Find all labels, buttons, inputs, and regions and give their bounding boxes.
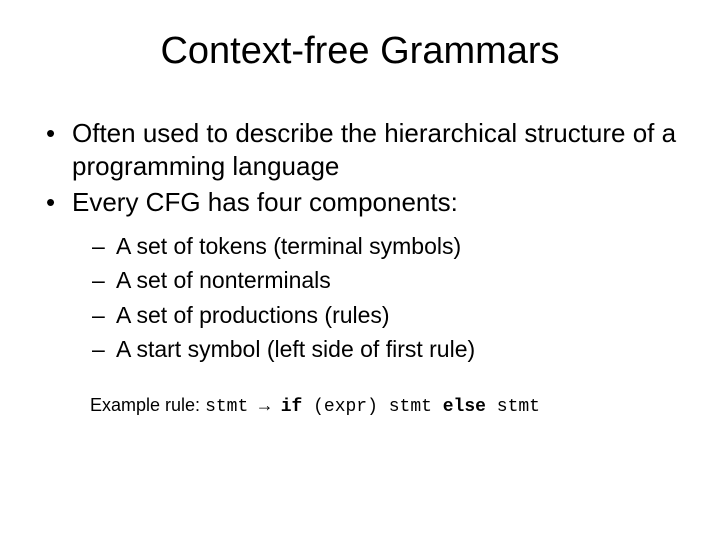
sub-bullet-list: A set of tokens (terminal symbols) A set… [92, 229, 680, 367]
space [432, 397, 443, 417]
stmt-token: stmt [389, 397, 432, 417]
bullet-text: Every CFG has four components: [72, 187, 458, 217]
bullet-item: Every CFG has four components: A set of … [40, 186, 680, 367]
keyword-if: if [281, 397, 303, 417]
keyword-else: else [443, 397, 486, 417]
sub-bullet-item: A set of productions (rules) [92, 298, 680, 333]
space [486, 397, 497, 417]
sub-bullet-item: A start symbol (left side of first rule) [92, 332, 680, 367]
sub-bullet-item: A set of tokens (terminal symbols) [92, 229, 680, 264]
bullet-item: Often used to describe the hierarchical … [40, 117, 680, 182]
example-label: Example rule: [90, 395, 205, 415]
sub-bullet-item: A set of nonterminals [92, 263, 680, 298]
slide-title: Context-free Grammars [30, 30, 690, 73]
slide: Context-free Grammars Often used to desc… [0, 0, 720, 540]
example-lhs: stmt [205, 397, 248, 417]
stmt-token: stmt [497, 397, 540, 417]
arrow-icon: → [248, 397, 280, 417]
example-rule: Example rule: stmt → if (expr) stmt else… [90, 395, 690, 417]
bullet-list: Often used to describe the hierarchical … [40, 117, 680, 367]
paren-expr: (expr) [302, 397, 388, 417]
